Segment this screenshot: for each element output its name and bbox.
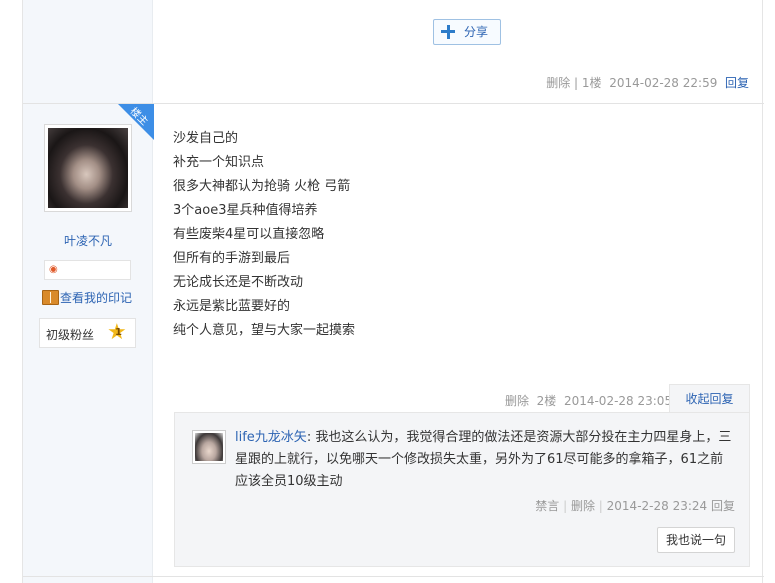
floor1-meta: 删除 | 1楼 2014-02-28 22:59 回复 bbox=[546, 74, 749, 91]
fan-level-badge[interactable]: 初级粉丝 ★ 1 bbox=[39, 318, 136, 348]
post-line: 补充一个知识点 bbox=[173, 155, 265, 170]
reply-author[interactable]: life九龙冰矢 bbox=[235, 430, 307, 445]
username[interactable]: 叶凌不凡 bbox=[23, 232, 153, 249]
floor2-meta: 删除 2楼 2014-02-28 23:05 bbox=[505, 392, 672, 409]
say-something-button[interactable]: 我也说一句 bbox=[657, 527, 735, 553]
bottom-divider bbox=[23, 576, 764, 577]
post-line: 沙发自己的 bbox=[173, 131, 239, 146]
share-button[interactable]: 分享 bbox=[433, 19, 501, 45]
separator: | bbox=[574, 76, 579, 90]
post-line: 有些废柴4星可以直接忽略 bbox=[173, 227, 325, 242]
reply-link[interactable]: 回复 bbox=[725, 76, 749, 90]
level-icons-box: ◉ bbox=[44, 260, 131, 280]
avatar[interactable] bbox=[44, 124, 132, 212]
post-line: 但所有的手游到最后 bbox=[173, 251, 291, 266]
view-my-marks-link[interactable]: 查看我的印记 bbox=[42, 289, 132, 306]
ban-link[interactable]: 禁言 bbox=[535, 499, 559, 513]
post-line: 3个aoe3星兵种值得培养 bbox=[173, 203, 318, 218]
post-line: 纯个人意见，望与大家一起摸索 bbox=[173, 323, 356, 338]
post-time: 2014-02-28 23:05 bbox=[563, 394, 673, 408]
view-my-marks-label: 查看我的印记 bbox=[60, 291, 133, 305]
reply-box: life九龙冰矢: 我也这么认为，我觉得合理的做法还是资源大部分投在主力四星身上… bbox=[174, 412, 750, 567]
book-icon bbox=[42, 290, 59, 305]
reply-time: 2014-2-28 23:24 bbox=[606, 499, 708, 513]
separator: | bbox=[598, 499, 603, 513]
post-line: 无论成长还是不断改动 bbox=[173, 275, 304, 290]
reply-meta: 禁言 | 删除 | 2014-2-28 23:24 回复 bbox=[535, 497, 735, 514]
share-label: 分享 bbox=[464, 25, 489, 39]
plus-icon bbox=[441, 25, 455, 39]
delete-link[interactable]: 删除 bbox=[505, 394, 529, 408]
delete-link[interactable]: 删除 bbox=[546, 76, 570, 90]
post-content: 沙发自己的 补充一个知识点 很多大神都认为抢骑 火枪 弓箭 3个aoe3星兵种值… bbox=[173, 127, 355, 343]
reply-body: : 我也这么认为，我觉得合理的做法还是资源大部分投在主力四星身上，三星跟的上就行… bbox=[235, 430, 732, 489]
fan-level-label: 初级粉丝 bbox=[46, 328, 95, 342]
collapse-reply-button[interactable]: 收起回复 bbox=[669, 384, 750, 413]
fan-level-number: 1 bbox=[115, 327, 122, 338]
floor-number: 1楼 bbox=[581, 76, 602, 90]
post-line: 很多大神都认为抢骑 火枪 弓箭 bbox=[173, 179, 351, 194]
floor-number: 2楼 bbox=[536, 394, 557, 408]
post-time: 2014-02-28 22:59 bbox=[609, 76, 718, 90]
separator: | bbox=[563, 499, 568, 513]
reply-text: life九龙冰矢: 我也这么认为，我觉得合理的做法还是资源大部分投在主力四星身上… bbox=[235, 427, 735, 493]
post-container: 分享 删除 | 1楼 2014-02-28 22:59 回复 楼主 叶凌不凡 ◉… bbox=[22, 0, 764, 583]
reply-avatar[interactable] bbox=[192, 430, 226, 464]
game-controller-icon[interactable]: ◉ bbox=[49, 265, 58, 275]
post-line: 永远是紫比蓝要好的 bbox=[173, 299, 291, 314]
reply-link[interactable]: 回复 bbox=[711, 499, 735, 513]
delete-link[interactable]: 删除 bbox=[571, 499, 595, 513]
